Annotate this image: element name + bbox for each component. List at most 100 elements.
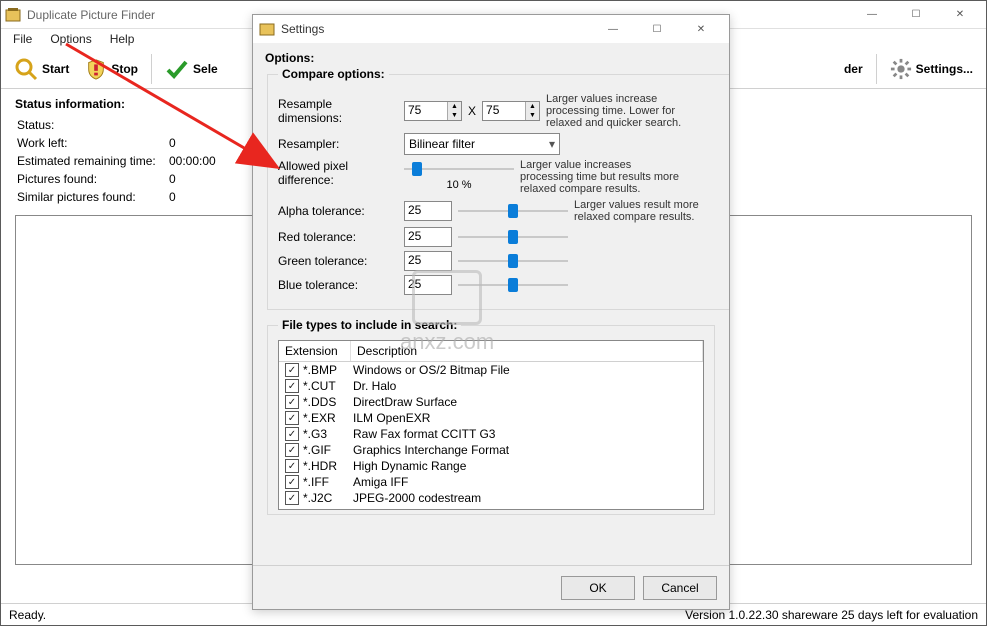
settings-dialog: Settings — ☐ ✕ Options: Compare options:… [252, 14, 730, 610]
resample-dim-label: Resample dimensions: [278, 97, 398, 125]
filetype-row[interactable]: ✓ *.IFFAmiga IFF [279, 474, 703, 490]
red-input[interactable]: 25 [404, 227, 452, 247]
checkbox-icon[interactable]: ✓ [285, 395, 299, 409]
filetype-row[interactable]: ✓*.BMPWindows or OS/2 Bitmap File [279, 362, 703, 378]
spin-up-icon[interactable]: ▲ [448, 102, 461, 111]
menu-help[interactable]: Help [102, 30, 143, 48]
preview-panel[interactable] [728, 215, 972, 565]
filetype-desc: Dr. Halo [353, 379, 697, 393]
menu-file[interactable]: File [5, 30, 40, 48]
alpha-label: Alpha tolerance: [278, 204, 398, 218]
filetype-ext: *.HDR [303, 459, 353, 473]
filetype-row[interactable]: ✓*.EXRILM OpenEXR [279, 410, 703, 426]
blue-slider[interactable] [458, 275, 568, 295]
red-slider[interactable] [458, 227, 568, 247]
pixeldiff-hint: Larger value increases processing time b… [520, 159, 680, 195]
settings-close-button[interactable]: ✕ [679, 15, 723, 43]
settings-titlebar: Settings — ☐ ✕ [253, 15, 729, 43]
pixeldiff-label: Allowed pixel difference: [278, 159, 398, 187]
resample-height-input[interactable]: 75▲▼ [482, 101, 540, 121]
resample-width-input[interactable]: 75▲▼ [404, 101, 462, 121]
filetype-row[interactable]: ✓ *.GIFGraphics Interchange Format [279, 442, 703, 458]
start-button[interactable]: Start [7, 52, 76, 86]
filetype-row[interactable]: ✓*.CUTDr. Halo [279, 378, 703, 394]
filetypes-legend: File types to include in search: [278, 318, 461, 332]
filetype-ext: *.GIF [303, 443, 353, 457]
filetype-row[interactable]: ✓*.J2CJPEG-2000 codestream [279, 490, 703, 506]
filetypes-group: File types to include in search: Extensi… [267, 318, 715, 515]
pictures-label: Pictures found: [17, 171, 167, 187]
filetype-desc: JPEG-2000 codestream [353, 491, 697, 505]
pictures-value: 0 [169, 171, 222, 187]
green-slider[interactable] [458, 251, 568, 271]
checkbox-icon[interactable]: ✓ [285, 379, 299, 393]
ft-head-desc[interactable]: Description [351, 341, 703, 361]
checkbox-icon[interactable]: ✓ [285, 411, 299, 425]
maximize-button[interactable]: ☐ [894, 1, 938, 29]
compare-options-group: Compare options: Resample dimensions: 75… [267, 67, 729, 310]
filetype-row[interactable]: ✓ *.G3Raw Fax format CCITT G3 [279, 426, 703, 442]
blue-label: Blue tolerance: [278, 278, 398, 292]
dialog-buttons: OK Cancel [253, 565, 729, 609]
alpha-input[interactable]: 25 [404, 201, 452, 221]
times-label: X [468, 104, 476, 118]
workleft-value: 0 [169, 135, 222, 151]
green-input[interactable]: 25 [404, 251, 452, 271]
ft-head-ext[interactable]: Extension [279, 341, 351, 361]
cancel-button[interactable]: Cancel [643, 576, 717, 600]
checkbox-icon[interactable]: ✓ [285, 427, 299, 441]
filetype-desc: Graphics Interchange Format [353, 443, 697, 457]
start-label: Start [42, 62, 69, 76]
eta-value: 00:00:00 [169, 153, 222, 169]
workleft-label: Work left: [17, 135, 167, 151]
app-icon [5, 7, 21, 23]
select-label: Sele [193, 62, 218, 76]
resampler-select[interactable]: Bilinear filter [404, 133, 560, 155]
status-table: Status: Work left:0 Estimated remaining … [15, 115, 224, 207]
settings-title: Settings [281, 22, 591, 36]
minimize-button[interactable]: — [850, 1, 894, 29]
stop-label: Stop [111, 62, 138, 76]
settings-button[interactable]: Settings... [883, 53, 980, 85]
settings-minimize-button[interactable]: — [591, 15, 635, 43]
checkbox-icon[interactable]: ✓ [285, 475, 299, 489]
select-button[interactable]: Sele [158, 52, 225, 86]
filetype-row[interactable]: ✓*.DDSDirectDraw Surface [279, 394, 703, 410]
ok-button[interactable]: OK [561, 576, 635, 600]
checkbox-icon[interactable]: ✓ [285, 491, 299, 505]
menu-options[interactable]: Options [42, 30, 99, 48]
spin-down-icon[interactable]: ▼ [526, 111, 539, 120]
status-value [169, 117, 222, 133]
close-button[interactable]: ✕ [938, 1, 982, 29]
status-ready: Ready. [9, 608, 46, 622]
similar-value: 0 [169, 189, 222, 205]
pixeldiff-slider[interactable] [404, 159, 514, 179]
filetype-desc: High Dynamic Range [353, 459, 697, 473]
toolbar-separator [151, 54, 152, 84]
settings-app-icon [259, 21, 275, 37]
checkbox-icon[interactable]: ✓ [285, 459, 299, 473]
eta-label: Estimated remaining time: [17, 153, 167, 169]
compare-options-legend: Compare options: [278, 67, 389, 81]
filetype-desc: Raw Fax format CCITT G3 [353, 427, 697, 441]
filetype-row[interactable]: ✓ *.HDRHigh Dynamic Range [279, 458, 703, 474]
spin-down-icon[interactable]: ▼ [448, 111, 461, 120]
filetype-ext: *.IFF [303, 475, 353, 489]
filetype-desc: Amiga IFF [353, 475, 697, 489]
checkbox-icon[interactable]: ✓ [285, 443, 299, 457]
stop-button[interactable]: Stop [78, 53, 145, 85]
filetypes-header: Extension Description [279, 341, 703, 362]
start-icon [14, 57, 38, 81]
filetypes-list[interactable]: Extension Description ✓*.BMPWindows or O… [278, 340, 704, 510]
spin-up-icon[interactable]: ▲ [526, 102, 539, 111]
check-icon [165, 57, 189, 81]
settings-maximize-button[interactable]: ☐ [635, 15, 679, 43]
filetype-ext: *.G3 [303, 427, 353, 441]
folder-button[interactable]: der [837, 57, 870, 81]
resample-hint: Larger values increase processing time. … [546, 93, 706, 129]
settings-label: Settings... [916, 62, 973, 76]
checkbox-icon[interactable]: ✓ [285, 363, 299, 377]
alpha-slider[interactable] [458, 201, 568, 221]
options-heading: Options: [265, 51, 717, 65]
blue-input[interactable]: 25 [404, 275, 452, 295]
